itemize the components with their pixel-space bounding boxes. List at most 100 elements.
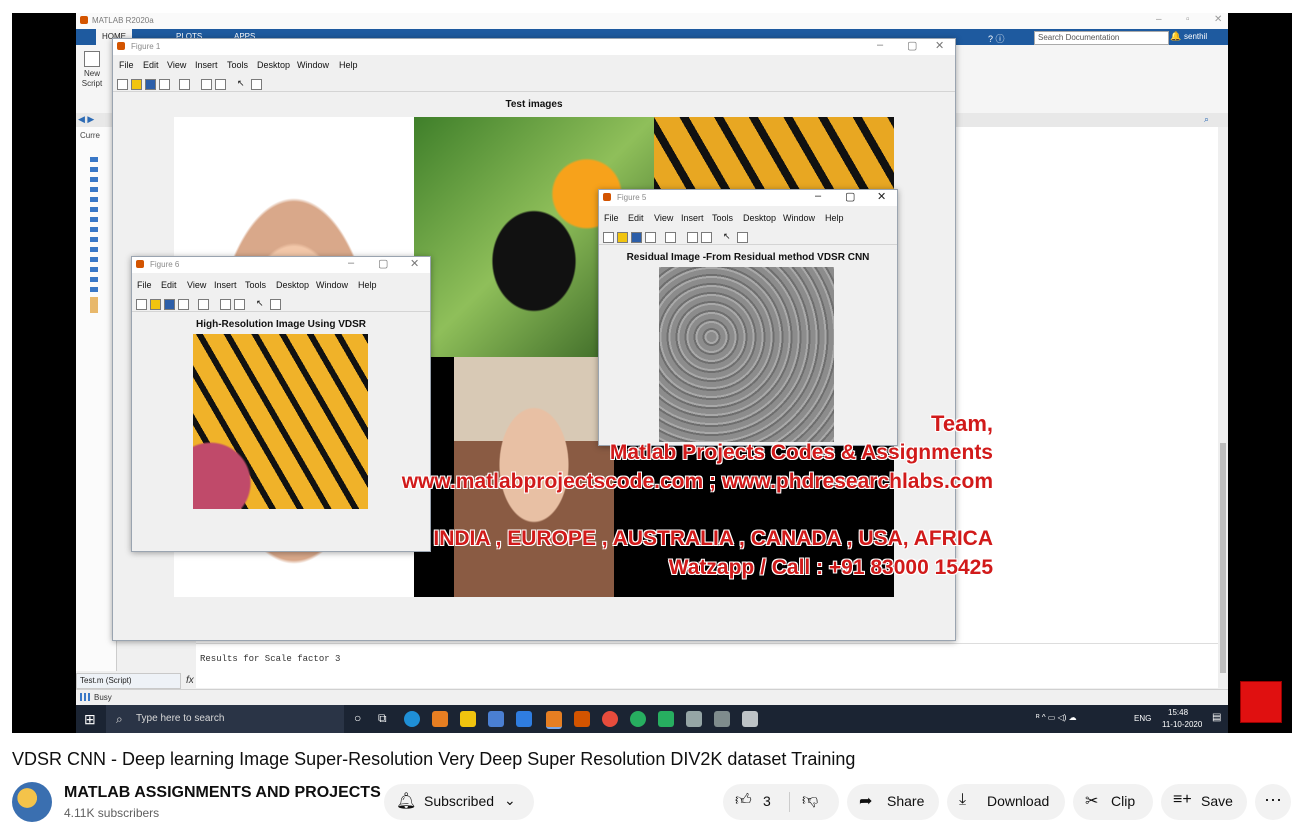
menu-insert[interactable]: Insert xyxy=(214,280,237,290)
search-icon[interactable]: ⌕ xyxy=(1204,114,1209,125)
colorbar-icon[interactable] xyxy=(201,79,212,90)
chrome-icon[interactable] xyxy=(602,711,618,727)
maximize-icon[interactable]: ▢ xyxy=(378,257,388,270)
language-indicator[interactable]: ENG xyxy=(1134,714,1151,723)
menu-window[interactable]: Window xyxy=(297,60,329,70)
menu-view[interactable]: View xyxy=(654,213,673,223)
new-icon[interactable] xyxy=(603,232,614,243)
task-view-icon[interactable]: ⧉ xyxy=(378,711,387,726)
share-button[interactable]: ➦ Share xyxy=(847,784,939,820)
save-button[interactable]: ≡+ Save xyxy=(1161,784,1247,820)
scrollbar-thumb[interactable] xyxy=(1220,443,1226,673)
menu-tools[interactable]: Tools xyxy=(245,280,266,290)
open-icon[interactable] xyxy=(150,299,161,310)
menu-file[interactable]: File xyxy=(604,213,619,223)
cortana-icon[interactable]: ○ xyxy=(354,711,361,725)
new-script-button[interactable]: New Script xyxy=(80,51,104,95)
menu-help[interactable]: Help xyxy=(825,213,844,223)
matlab-active-icon[interactable] xyxy=(546,711,562,729)
minimize-icon[interactable]: – xyxy=(348,257,354,269)
maximize-icon[interactable]: ▢ xyxy=(845,190,855,203)
legend-icon[interactable] xyxy=(234,299,245,310)
video-player[interactable]: MATLAB R2020a – ▫ ✕ HOME PLOTS APPS ? ⓘ … xyxy=(12,13,1292,733)
link-icon[interactable] xyxy=(198,299,209,310)
menu-help[interactable]: Help xyxy=(339,60,358,70)
app-pen-icon[interactable] xyxy=(714,711,730,727)
colorbar-icon[interactable] xyxy=(220,299,231,310)
figure-5-window[interactable]: Figure 5 – ▢ ✕ File Edit View Insert Too… xyxy=(598,189,898,446)
property-icon[interactable] xyxy=(737,232,748,243)
dislike-button[interactable]: 👎︎ xyxy=(790,784,839,820)
menu-desktop[interactable]: Desktop xyxy=(257,60,290,70)
user-menu[interactable]: senthil xyxy=(1184,32,1207,41)
windows-start-icon[interactable]: ⊞ xyxy=(84,711,96,728)
taskbar-search-box[interactable]: ⌕ Type here to search xyxy=(106,705,344,733)
link-icon[interactable] xyxy=(665,232,676,243)
file-list[interactable] xyxy=(90,157,98,317)
mail-icon[interactable] xyxy=(516,711,532,727)
menu-file[interactable]: File xyxy=(119,60,134,70)
clock-date[interactable]: 11-10-2020 xyxy=(1162,720,1202,729)
edge-icon[interactable] xyxy=(404,711,420,727)
subscribe-button[interactable]: 🔔︎ Subscribed ⌄ xyxy=(384,784,534,820)
bell-icon[interactable]: 🔔 xyxy=(1170,31,1181,42)
menu-tools[interactable]: Tools xyxy=(712,213,733,223)
save-icon[interactable] xyxy=(164,299,175,310)
save-icon[interactable] xyxy=(145,79,156,90)
new-icon[interactable] xyxy=(117,79,128,90)
more-actions-button[interactable]: ⋯ xyxy=(1255,784,1291,820)
menu-edit[interactable]: Edit xyxy=(628,213,644,223)
like-button[interactable]: 👍︎ 3 xyxy=(723,784,789,820)
menu-view[interactable]: View xyxy=(187,280,206,290)
close-icon[interactable]: ✕ xyxy=(410,257,419,270)
search-documentation-input[interactable]: Search Documentation xyxy=(1034,31,1169,45)
property-icon[interactable] xyxy=(270,299,281,310)
clip-button[interactable]: ✂ Clip xyxy=(1073,784,1153,820)
pointer-icon[interactable]: ↖ xyxy=(256,299,265,308)
save-icon[interactable] xyxy=(631,232,642,243)
close-icon[interactable]: ✕ xyxy=(935,39,944,52)
menu-file[interactable]: File xyxy=(137,280,152,290)
channel-name[interactable]: MATLAB ASSIGNMENTS AND PROJECTS xyxy=(64,784,381,802)
app-globe-icon[interactable] xyxy=(658,711,674,727)
pointer-icon[interactable]: ↖ xyxy=(723,232,732,241)
close-icon[interactable]: ✕ xyxy=(877,190,886,203)
store-icon[interactable] xyxy=(488,711,504,727)
restore-icon[interactable]: ▫ xyxy=(1186,14,1190,25)
menu-desktop[interactable]: Desktop xyxy=(743,213,776,223)
menu-tools[interactable]: Tools xyxy=(227,60,248,70)
app-doc-icon[interactable] xyxy=(742,711,758,727)
minimize-icon[interactable]: – xyxy=(877,39,883,51)
matlab-2-icon[interactable] xyxy=(574,711,590,727)
notification-icon[interactable]: ▤ xyxy=(1212,712,1221,723)
menu-help[interactable]: Help xyxy=(358,280,377,290)
print-icon[interactable] xyxy=(178,299,189,310)
menu-edit[interactable]: Edit xyxy=(143,60,159,70)
open-icon[interactable] xyxy=(131,79,142,90)
tray-icons[interactable]: ᴿ ^ ▭ ◁) ☁ xyxy=(1036,713,1077,722)
clock-time[interactable]: 15:48 xyxy=(1168,708,1188,717)
menu-window[interactable]: Window xyxy=(783,213,815,223)
figure-6-window[interactable]: Figure 6 – ▢ ✕ File Edit View Insert Too… xyxy=(131,256,431,552)
print-icon[interactable] xyxy=(159,79,170,90)
back-arrow-icon[interactable]: ◀ ▶ xyxy=(78,114,94,125)
print-icon[interactable] xyxy=(645,232,656,243)
colorbar-icon[interactable] xyxy=(687,232,698,243)
matlab-taskbar-icon[interactable] xyxy=(432,711,448,727)
avatar[interactable] xyxy=(12,782,52,822)
menu-insert[interactable]: Insert xyxy=(681,213,704,223)
menu-window[interactable]: Window xyxy=(316,280,348,290)
close-icon[interactable]: ✕ xyxy=(1214,14,1222,25)
channel-watermark[interactable] xyxy=(1240,681,1282,723)
legend-icon[interactable] xyxy=(215,79,226,90)
app-green-icon[interactable] xyxy=(630,711,646,727)
minimize-icon[interactable]: – xyxy=(1156,14,1162,25)
minimize-icon[interactable]: – xyxy=(815,190,821,202)
help-icon[interactable]: ? ⓘ xyxy=(988,32,1005,45)
editor-tab-test[interactable]: Test.m (Script) xyxy=(76,673,181,689)
pointer-icon[interactable]: ↖ xyxy=(237,79,246,88)
file-explorer-icon[interactable] xyxy=(460,711,476,727)
property-icon[interactable] xyxy=(251,79,262,90)
open-icon[interactable] xyxy=(617,232,628,243)
menu-view[interactable]: View xyxy=(167,60,186,70)
